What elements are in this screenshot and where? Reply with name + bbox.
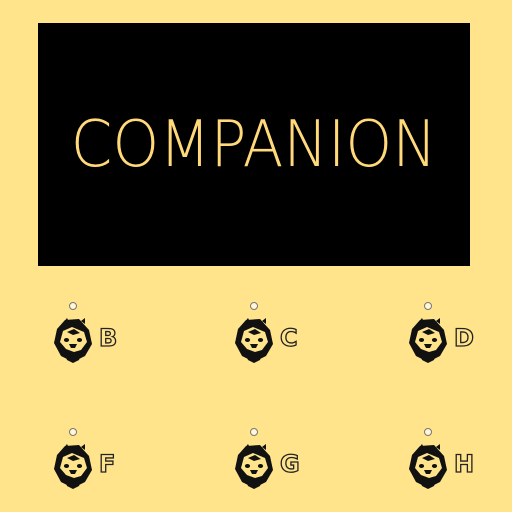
option-letter: H [453,450,475,478]
radio-indicator[interactable] [424,302,432,310]
companion-face-icon [407,316,449,366]
companion-face-icon [52,442,94,492]
option-letter: B [98,324,118,352]
companion-option-g[interactable]: G [233,428,343,508]
companion-face-icon [233,316,275,366]
option-letter: D [453,324,474,352]
option-letter: F [98,450,116,478]
option-letter: G [279,450,300,478]
radio-indicator[interactable] [69,302,77,310]
companion-option-h[interactable]: H [407,428,512,508]
companion-option-b[interactable]: B [52,302,162,382]
title-banner: COMPANION [38,23,470,266]
companion-face-icon [52,316,94,366]
game-screen: COMPANION B C D F G H [0,0,512,512]
radio-indicator[interactable] [424,428,432,436]
radio-indicator[interactable] [69,428,77,436]
companion-option-f[interactable]: F [52,428,162,508]
game-title: COMPANION [70,107,438,182]
companion-option-d[interactable]: D [407,302,512,382]
companion-option-c[interactable]: C [233,302,343,382]
option-letter: C [279,324,298,352]
radio-indicator[interactable] [250,302,258,310]
radio-indicator[interactable] [250,428,258,436]
companion-face-icon [407,442,449,492]
companion-face-icon [233,442,275,492]
